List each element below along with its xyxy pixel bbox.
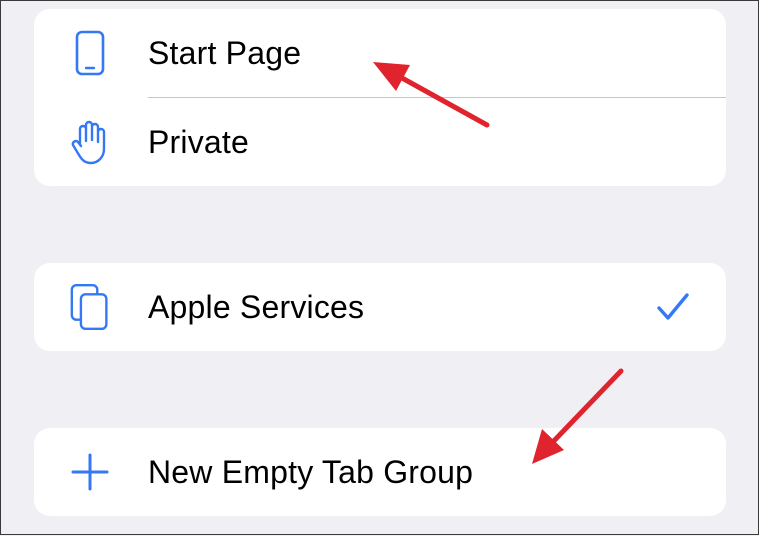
annotation-arrow-new-group bbox=[532, 368, 624, 464]
